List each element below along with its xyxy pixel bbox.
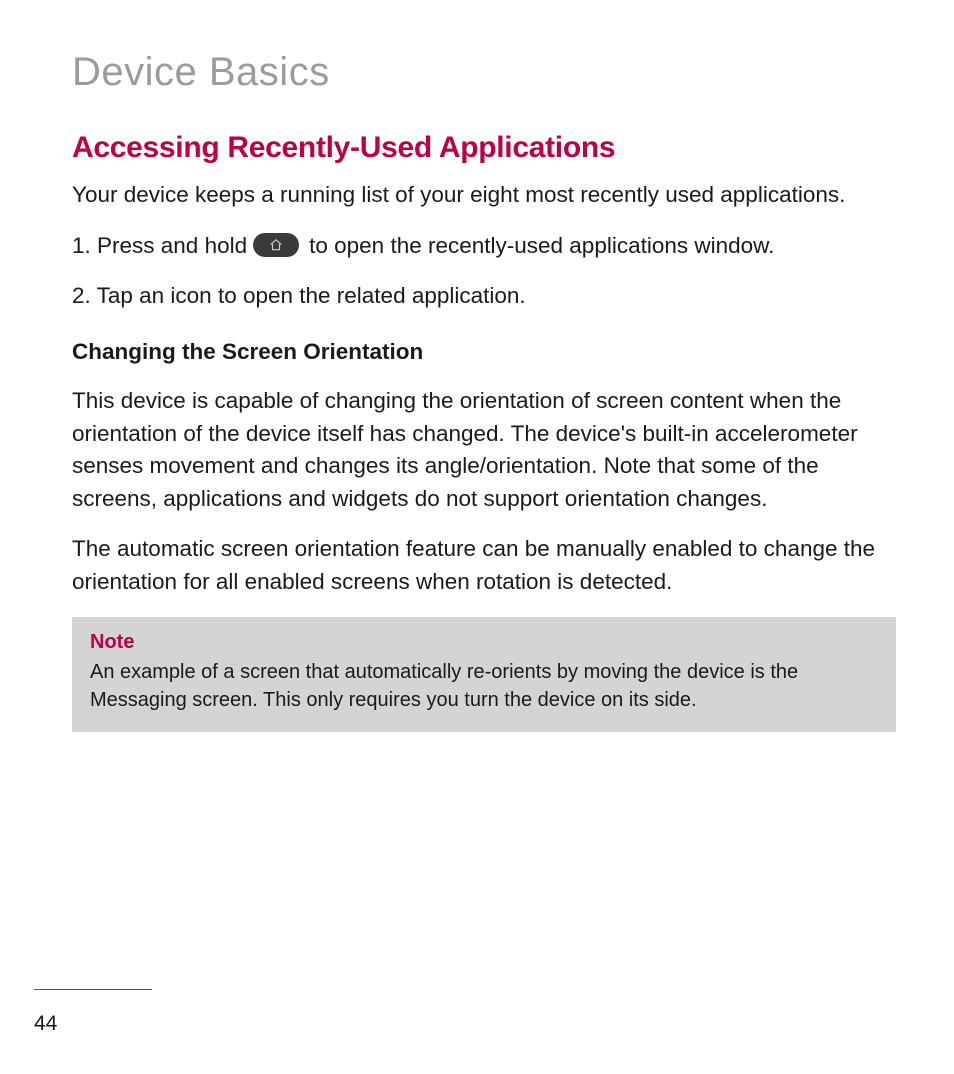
note-label: Note — [90, 631, 878, 654]
section-intro: Your device keeps a running list of your… — [72, 179, 896, 212]
home-icon — [253, 233, 299, 257]
section-title: Accessing Recently-Used Applications — [72, 131, 896, 165]
step-1: 1. Press and hold to open the recently-u… — [72, 230, 896, 263]
footer-rule — [34, 989, 152, 990]
step-2: 2. Tap an icon to open the related appli… — [72, 280, 896, 313]
subsection-heading: Changing the Screen Orientation — [72, 339, 896, 365]
page-footer: 44 — [34, 989, 144, 1036]
subsection-p2: The automatic screen orientation feature… — [72, 533, 896, 598]
note-text: An example of a screen that automaticall… — [90, 658, 878, 714]
step-1-after: to open the recently-used applications w… — [309, 230, 774, 263]
subsection-p1: This device is capable of changing the o… — [72, 385, 896, 516]
page-title: Device Basics — [72, 50, 896, 95]
step-1-before: 1. Press and hold — [72, 230, 247, 263]
page-number: 44 — [34, 1012, 144, 1036]
note-box: Note An example of a screen that automat… — [72, 617, 896, 732]
